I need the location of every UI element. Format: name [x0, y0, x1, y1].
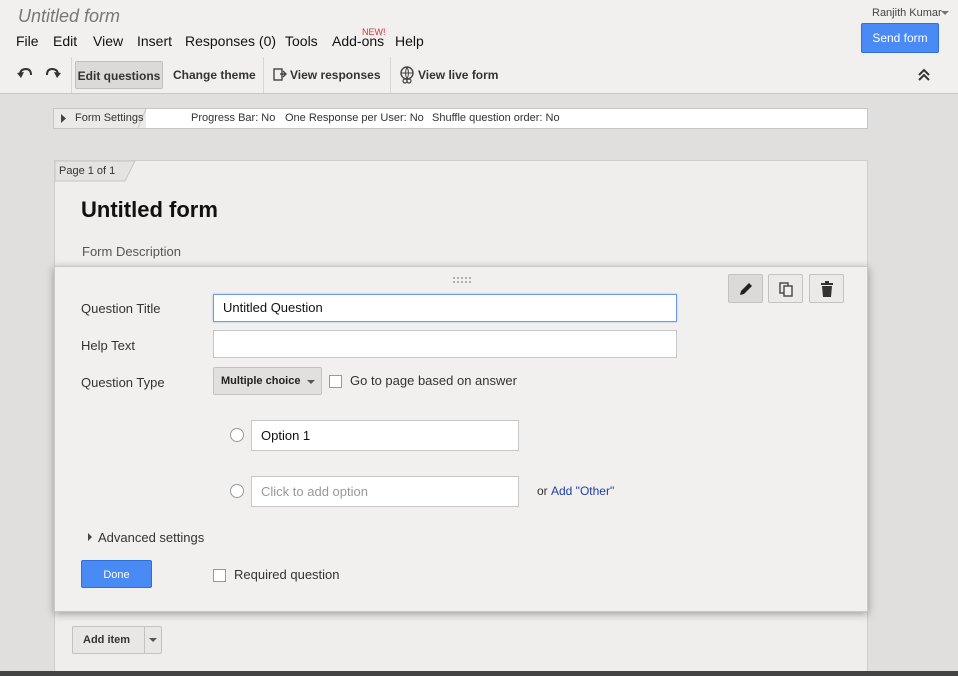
help-text-label: Help Text — [81, 338, 135, 353]
menu-responses[interactable]: Responses (0) — [185, 33, 276, 49]
globe-icon — [399, 61, 415, 89]
add-item-button[interactable]: Add item — [72, 626, 162, 654]
question-title-label: Question Title — [81, 301, 161, 316]
advanced-settings-toggle[interactable]: Advanced settings — [98, 530, 204, 545]
menu-view[interactable]: View — [93, 33, 123, 49]
add-option-radio — [230, 484, 244, 498]
form-title[interactable]: Untitled form — [81, 197, 218, 223]
done-button[interactable]: Done — [81, 560, 152, 588]
add-item-label: Add item — [83, 634, 131, 646]
user-name[interactable]: Ranjith Kumar — [872, 7, 942, 19]
question-title-input[interactable]: Untitled Question — [213, 294, 677, 322]
toolbar-divider — [390, 57, 391, 93]
expand-triangle-icon — [61, 114, 66, 123]
progress-bar-setting: Progress Bar: No — [191, 112, 276, 124]
form-settings-bar: Form Settings Progress Bar: No One Respo… — [53, 108, 868, 129]
question-editor-card: Question Title Untitled Question Help Te… — [54, 266, 868, 612]
menu-edit[interactable]: Edit — [53, 33, 77, 49]
menu-help[interactable]: Help — [395, 33, 424, 49]
menu-tools[interactable]: Tools — [285, 33, 318, 49]
form-settings-tab[interactable]: Form Settings — [54, 109, 147, 128]
toolbar-divider — [71, 57, 72, 93]
document-title[interactable]: Untitled form — [18, 6, 120, 27]
undo-icon[interactable] — [16, 61, 38, 89]
option-1-radio — [230, 428, 244, 442]
help-text-input[interactable] — [213, 330, 677, 358]
edit-questions-button[interactable]: Edit questions — [75, 61, 163, 89]
new-badge: NEW! — [362, 27, 386, 37]
required-question-checkbox[interactable] — [213, 569, 226, 582]
pencil-icon — [740, 283, 752, 295]
drag-handle-icon[interactable] — [453, 277, 471, 283]
or-text: or — [537, 484, 548, 498]
redo-icon[interactable] — [44, 61, 66, 89]
collapse-header-icon[interactable] — [916, 61, 932, 89]
send-form-button[interactable]: Send form — [861, 23, 939, 53]
menu-insert[interactable]: Insert — [137, 33, 172, 49]
page-tab: Page 1 of 1 — [55, 161, 136, 182]
duplicate-question-button[interactable] — [768, 274, 803, 303]
toolbar-divider — [263, 57, 264, 93]
form-settings-label: Form Settings — [75, 112, 144, 124]
change-theme-button[interactable]: Change theme — [173, 61, 256, 89]
menu-file[interactable]: File — [16, 33, 39, 49]
view-responses-icon — [273, 61, 287, 89]
go-to-page-label: Go to page based on answer — [350, 373, 517, 388]
trash-icon — [821, 281, 833, 297]
advanced-settings-triangle-icon — [88, 533, 92, 541]
one-response-setting: One Response per User: No — [285, 112, 424, 124]
add-other-link[interactable]: Add "Other" — [551, 484, 614, 498]
form-description[interactable]: Form Description — [82, 244, 181, 259]
add-item-divider — [144, 627, 145, 653]
edit-question-button[interactable] — [728, 274, 763, 303]
question-type-select[interactable]: Multiple choice — [213, 367, 322, 395]
dropdown-caret-icon — [307, 380, 315, 384]
user-menu-caret-icon[interactable] — [941, 11, 949, 15]
add-item-caret-icon[interactable] — [149, 638, 157, 642]
view-live-form-button[interactable]: View live form — [418, 61, 498, 89]
view-responses-button[interactable]: View responses — [290, 61, 381, 89]
required-question-label: Required question — [234, 567, 340, 582]
question-type-label: Question Type — [81, 375, 165, 390]
go-to-page-checkbox[interactable] — [329, 375, 342, 388]
bottom-taskbar-strip — [0, 671, 958, 676]
shuffle-setting: Shuffle question order: No — [432, 112, 560, 124]
page-tab-label: Page 1 of 1 — [59, 165, 116, 177]
delete-question-button[interactable] — [809, 274, 844, 303]
add-option-input[interactable]: Click to add option — [251, 476, 519, 507]
option-1-input[interactable]: Option 1 — [251, 420, 519, 451]
question-type-value: Multiple choice — [221, 375, 301, 387]
duplicate-icon — [779, 282, 793, 297]
app-header: Untitled form File Edit View Insert Resp… — [0, 0, 958, 58]
toolbar: Edit questions Change theme View respons… — [0, 57, 958, 94]
